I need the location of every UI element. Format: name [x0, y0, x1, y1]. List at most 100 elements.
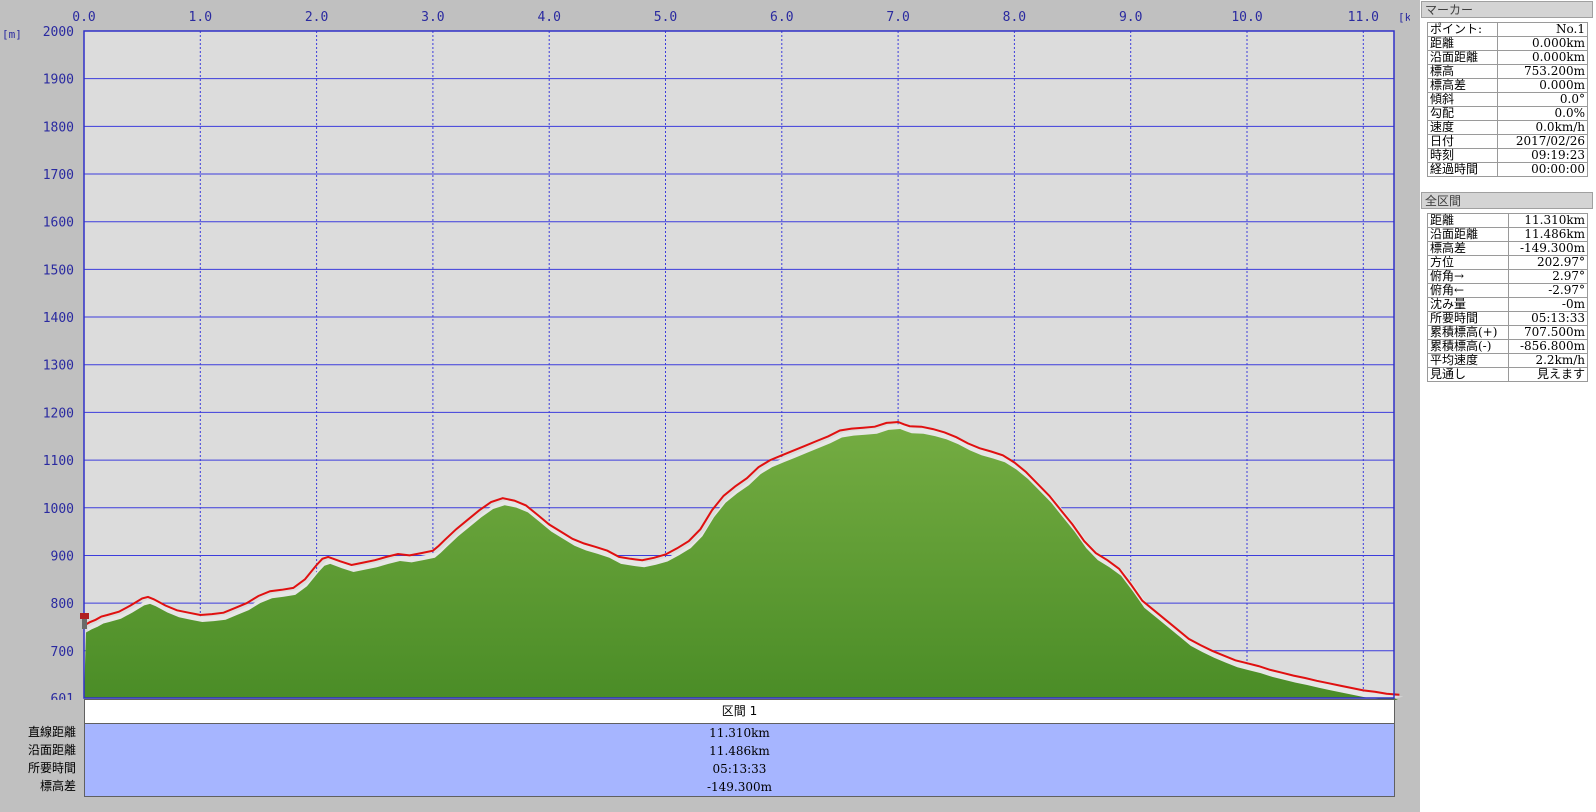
total-label: 方位 [1426, 255, 1510, 270]
total-value: 11.486km [1508, 227, 1588, 242]
elevation-chart[interactable]: 0.0 1.0 2.0 3.0 4.0 5.0 6.0 7.0 8.0 9.0 10.0 11.0 2… [0, 0, 1410, 700]
total-value: 05:13:33 [1508, 311, 1588, 326]
marker-label: ポイント: [1427, 22, 1498, 37]
total-row-sink: 沈み量 -0m [1426, 297, 1588, 312]
x-tick-label: 11.0 [1348, 10, 1379, 25]
marker-label: 沿面距離 [1427, 50, 1498, 65]
marker-row-time: 時刻 09:19:23 [1427, 148, 1589, 163]
total-value: 2.97° [1508, 269, 1588, 284]
x-tick-label: 3.0 [421, 10, 444, 25]
marker-table: ポイント: No.1 距離 0.000km 沿面距離 0.000km 標高 753.20… [1427, 22, 1589, 177]
marker-handle-icon[interactable] [80, 613, 89, 629]
marker-row-point: ポイント: No.1 [1427, 22, 1589, 37]
marker-value: 0.000km [1496, 36, 1589, 51]
total-row-surface-distance: 沿面距離 11.486km [1426, 227, 1588, 242]
y-tick-label: 1900 [43, 73, 74, 88]
total-row-visibility: 見通し 見えます [1426, 367, 1588, 382]
marker-label: 速度 [1427, 120, 1498, 135]
total-label: 沈み量 [1426, 297, 1510, 312]
marker-label: 距離 [1427, 36, 1498, 51]
y-tick-label: 700 [51, 645, 74, 660]
total-label: 沿面距離 [1426, 227, 1510, 242]
total-row-duration: 所要時間 05:13:33 [1426, 311, 1588, 326]
marker-row-date: 日付 2017/02/26 [1427, 134, 1589, 149]
total-row-cumulative-up: 累積標高(+) 707.500m [1426, 325, 1588, 340]
total-table: 距離 11.310km 沿面距離 11.486km 標高差 -149.300m 方位 2… [1426, 213, 1588, 382]
y-unit-label: [m] [2, 28, 22, 41]
x-tick-label: 7.0 [886, 10, 909, 25]
total-label: 所要時間 [1426, 311, 1510, 326]
segment-label-straight-distance: 直線距離 [27, 725, 76, 739]
segment-surface-distance: 11.486km [709, 744, 770, 758]
marker-row-elevation-diff: 標高差 0.000m [1427, 78, 1589, 93]
x-tick-label: 5.0 [654, 10, 677, 25]
segment-table[interactable]: 区間 1 11.310km 11.486km 05:13:33 -149.300… [84, 699, 1395, 797]
x-tick-label: 9.0 [1119, 10, 1142, 25]
marker-value: 09:19:23 [1496, 148, 1589, 163]
total-row-elevation-diff: 標高差 -149.300m [1426, 241, 1588, 256]
segment-elevation-diff: -149.300m [706, 780, 773, 794]
y-tick-label: 2000 [43, 25, 74, 40]
total-row-distance: 距離 11.310km [1426, 213, 1588, 228]
total-header[interactable]: 全区間 [1421, 192, 1593, 209]
total-row-avg-speed: 平均速度 2.2km/h [1426, 353, 1588, 368]
marker-value: No.1 [1496, 22, 1589, 37]
total-label: 累積標高(-) [1426, 339, 1510, 354]
total-row-bearing: 方位 202.97° [1426, 255, 1588, 270]
x-tick-label: 6.0 [770, 10, 793, 25]
marker-label: 日付 [1427, 134, 1498, 149]
y-tick-label: 900 [51, 549, 74, 564]
total-value: 11.310km [1508, 213, 1588, 228]
total-value: 707.500m [1508, 325, 1588, 340]
segment-values: 11.310km 11.486km 05:13:33 -149.300m [85, 724, 1394, 796]
y-tick-label: 601 [51, 692, 74, 700]
info-panel: マーカー ポイント: No.1 距離 0.000km 沿面距離 0.000km 標高 7… [1420, 0, 1596, 812]
x-tick-label: 2.0 [305, 10, 328, 25]
marker-row-gradient: 勾配 0.0% [1427, 106, 1589, 121]
marker-value: 00:00:00 [1496, 162, 1589, 177]
segment-row-labels: 直線距離 沿面距離 所要時間 標高差 [0, 723, 76, 795]
total-value: -2.97° [1508, 283, 1588, 298]
marker-value: 0.0km/h [1496, 120, 1589, 135]
segment-duration: 05:13:33 [712, 762, 767, 776]
total-label: 俯角← [1426, 283, 1510, 298]
y-tick-label: 800 [51, 597, 74, 612]
total-value: -856.800m [1508, 339, 1588, 354]
y-tick-label: 1200 [43, 406, 74, 421]
marker-row-incline: 傾斜 0.0° [1427, 92, 1589, 107]
marker-row-speed: 速度 0.0km/h [1427, 120, 1589, 135]
marker-row-elevation: 標高 753.200m [1427, 64, 1589, 79]
marker-label: 標高 [1427, 64, 1498, 79]
y-tick-label: 1800 [43, 120, 74, 135]
total-value: 2.2km/h [1508, 353, 1588, 368]
total-label: 俯角→ [1426, 269, 1510, 284]
x-tick-label: 0.0 [72, 10, 95, 25]
y-tick-label: 1400 [43, 311, 74, 326]
total-row-cumulative-down: 累積標高(-) -856.800m [1426, 339, 1588, 354]
y-tick-label: 1700 [43, 168, 74, 183]
marker-value: 0.0° [1496, 92, 1589, 107]
marker-label: 経過時間 [1427, 162, 1498, 177]
x-tick-label: 8.0 [1003, 10, 1026, 25]
y-tick-label: 1500 [43, 263, 74, 278]
marker-header[interactable]: マーカー [1421, 1, 1593, 18]
marker-row-distance: 距離 0.000km [1427, 36, 1589, 51]
marker-value: 0.0% [1496, 106, 1589, 121]
marker-label: 時刻 [1427, 148, 1498, 163]
total-value: -0m [1508, 297, 1588, 312]
y-tick-label: 1600 [43, 216, 74, 231]
segment-straight-distance: 11.310km [709, 726, 770, 740]
segment-label-duration: 所要時間 [27, 761, 76, 775]
marker-value: 0.000m [1496, 78, 1589, 93]
total-label: 平均速度 [1426, 353, 1510, 368]
segment-label-surface-distance: 沿面距離 [27, 743, 76, 757]
total-row-depression-back: 俯角← -2.97° [1426, 283, 1588, 298]
marker-value: 2017/02/26 [1496, 134, 1589, 149]
x-tick-label: 4.0 [537, 10, 560, 25]
y-tick-label: 1100 [43, 454, 74, 469]
total-value: -149.300m [1508, 241, 1588, 256]
total-row-depression-forward: 俯角→ 2.97° [1426, 269, 1588, 284]
marker-value: 0.000km [1496, 50, 1589, 65]
segment-title[interactable]: 区間 1 [85, 700, 1394, 724]
marker-label: 勾配 [1427, 106, 1498, 121]
